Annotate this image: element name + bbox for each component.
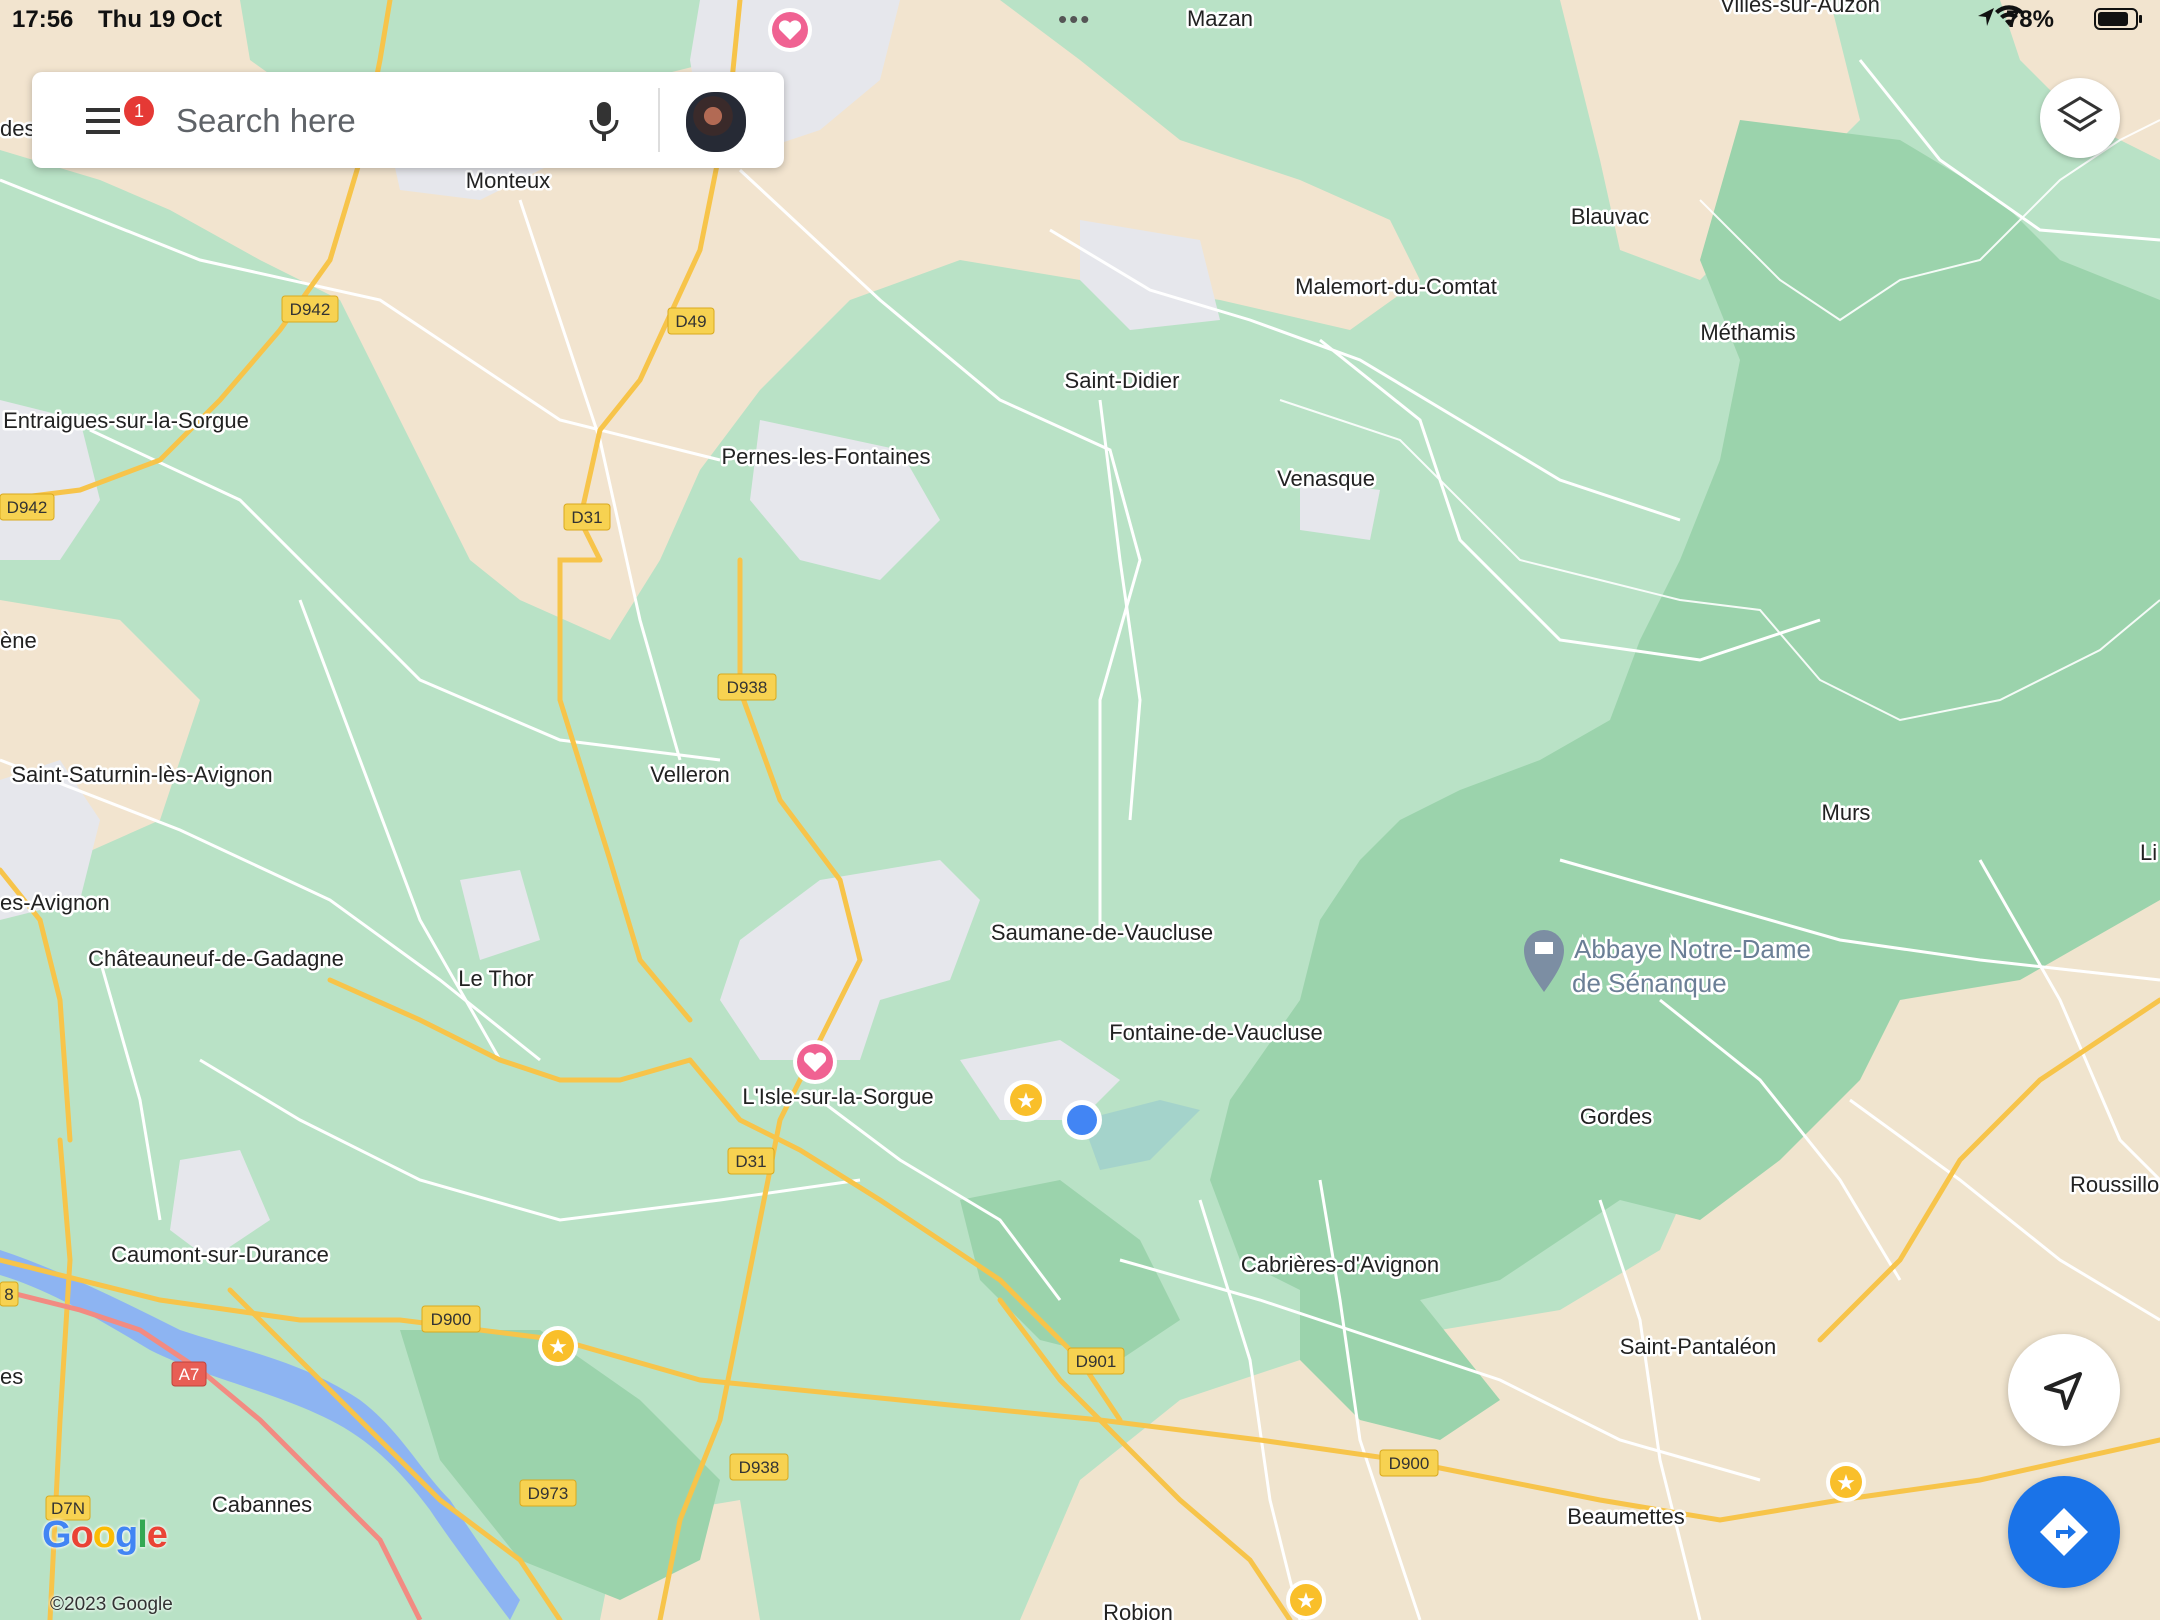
place-label: Monteux (466, 168, 550, 193)
place-label: Murs (1822, 800, 1871, 825)
road-shield: D901 (1067, 1347, 1125, 1375)
place-label: Saint-Saturnin-lès-Avignon (11, 762, 272, 787)
star-pin-icon[interactable]: ★ (1286, 1580, 1326, 1620)
svg-text:de Sénanque: de Sénanque (1572, 968, 1727, 998)
star-pin-icon[interactable]: ★ (1006, 1080, 1046, 1120)
place-label: des (0, 116, 35, 141)
menu-icon[interactable] (78, 98, 130, 144)
svg-text:D31: D31 (571, 508, 602, 527)
place-label: Fontaine-de-Vaucluse (1109, 1020, 1323, 1045)
road-shield: D49 (667, 307, 715, 335)
place-label: Blauvac (1571, 204, 1649, 229)
place-label: es (0, 1364, 23, 1389)
place-label: Beaumettes (1567, 1504, 1684, 1529)
svg-text:★: ★ (548, 1335, 568, 1360)
status-bar: 17:56 Thu 19 Oct ••• 78% (0, 0, 2160, 40)
svg-text:A7: A7 (179, 1365, 200, 1384)
place-label: Roussillo (2070, 1172, 2159, 1197)
search-bar: 1 (32, 72, 784, 168)
place-label: Entraigues-sur-la-Sorgue (3, 408, 249, 433)
star-pin-icon[interactable]: ★ (538, 1326, 578, 1366)
svg-text:Abbaye Notre-Dame: Abbaye Notre-Dame (1574, 934, 1811, 964)
notification-badge: 1 (124, 96, 154, 126)
place-label: L'Isle-sur-la-Sorgue (742, 1084, 933, 1109)
place-label: es-Avignon (0, 890, 110, 915)
place-label: Cabannes (212, 1492, 312, 1517)
svg-text:D900: D900 (1389, 1454, 1430, 1473)
place-label: Châteauneuf-de-Gadagne (88, 946, 344, 971)
mic-icon[interactable] (584, 98, 624, 144)
navigation-arrow-icon (2044, 1372, 2082, 1410)
svg-text:★: ★ (1296, 1589, 1316, 1614)
place-label: Cabrières-d'Avignon (1241, 1252, 1439, 1277)
place-label: Le Thor (458, 966, 533, 991)
place-label: Saint-Didier (1065, 368, 1180, 393)
heart-pin-icon[interactable] (793, 1040, 837, 1084)
road-shield: D900 (1379, 1449, 1439, 1477)
road-shield: D938 (729, 1453, 789, 1481)
road-shield: D938 (717, 673, 777, 701)
road-shield: D973 (519, 1479, 577, 1507)
battery-icon (2094, 8, 2144, 37)
star-pin-icon[interactable]: ★ (1826, 1462, 1866, 1502)
place-label: ène (0, 628, 37, 653)
svg-text:★: ★ (1016, 1089, 1036, 1114)
svg-text:D973: D973 (528, 1484, 569, 1503)
svg-text:8: 8 (4, 1285, 13, 1304)
status-date: Thu 19 Oct (98, 6, 223, 33)
place-label: Li (2140, 840, 2157, 865)
my-location-dot[interactable] (1062, 1100, 1102, 1140)
directions-icon (2040, 1508, 2088, 1556)
svg-text:D942: D942 (290, 300, 331, 319)
road-shield: D942 (281, 295, 339, 323)
svg-text:★: ★ (1836, 1471, 1856, 1496)
map-attribution: ©2023 Google (50, 1594, 173, 1615)
svg-text:D938: D938 (727, 678, 768, 697)
svg-text:D938: D938 (739, 1458, 780, 1477)
svg-text:D942: D942 (7, 498, 48, 517)
directions-button[interactable] (2008, 1476, 2120, 1588)
road-shield: D31 (727, 1147, 775, 1175)
place-label: Malemort-du-Comtat (1295, 274, 1497, 299)
place-label: Saint-Pantaléon (1620, 1334, 1777, 1359)
multitasking-dots-icon[interactable]: ••• (1058, 4, 1091, 35)
recenter-button[interactable] (2008, 1334, 2120, 1446)
google-logo: Google (42, 1514, 168, 1556)
place-label: Pernes-les-Fontaines (721, 444, 930, 469)
place-label: Robion (1103, 1600, 1173, 1620)
place-label: Venasque (1277, 466, 1375, 491)
search-divider (658, 88, 660, 152)
svg-text:D901: D901 (1076, 1352, 1117, 1371)
search-input[interactable] (174, 92, 608, 150)
battery-percentage: 78% (2005, 6, 2054, 33)
svg-text:D49: D49 (675, 312, 706, 331)
layers-icon (2057, 96, 2103, 132)
avatar[interactable] (684, 90, 748, 154)
svg-text:D900: D900 (431, 1310, 472, 1329)
road-shield: D900 (421, 1305, 481, 1333)
place-label: Gordes (1580, 1104, 1652, 1129)
layers-button[interactable] (2040, 78, 2120, 158)
svg-text:D31: D31 (735, 1152, 766, 1171)
place-label: Saumane-de-Vaucluse (991, 920, 1213, 945)
map-canvas[interactable]: D942 D49 D942 D31 D938 D31 D900 D901 D90… (0, 0, 2160, 1620)
road-shield: 8 (0, 1281, 19, 1307)
road-shield: A7 (171, 1361, 207, 1387)
road-shield: D942 (0, 493, 55, 521)
place-label: Velleron (650, 762, 730, 787)
place-label: Caumont-sur-Durance (111, 1242, 329, 1267)
location-arrow-icon (1976, 6, 1996, 35)
road-shield: D31 (563, 503, 611, 531)
status-time: 17:56 (12, 6, 74, 33)
place-label: Méthamis (1700, 320, 1795, 345)
